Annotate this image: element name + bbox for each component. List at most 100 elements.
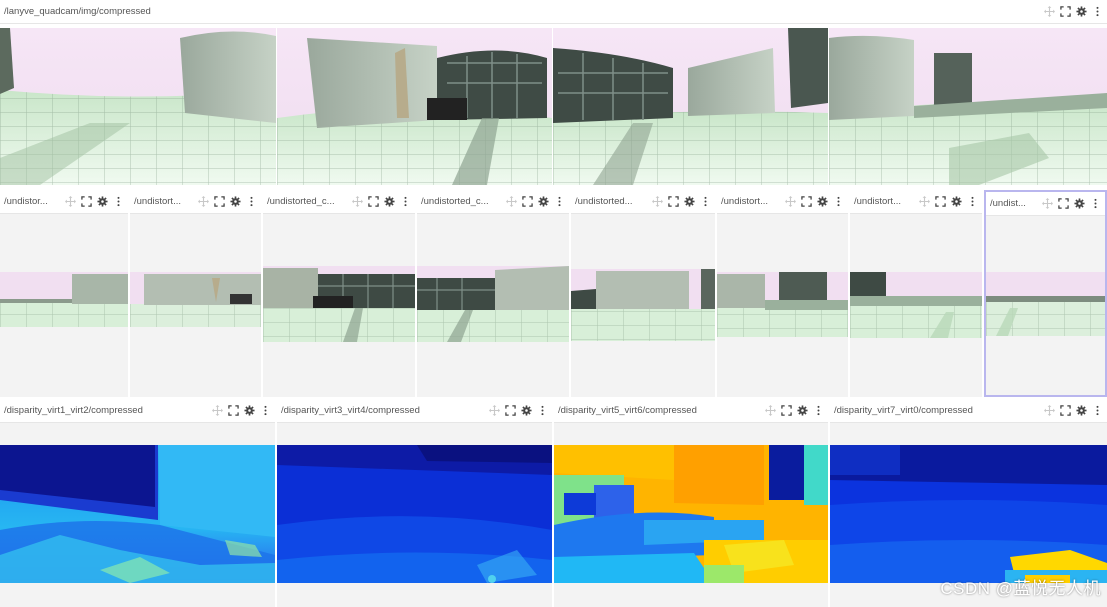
move-icon[interactable] bbox=[919, 196, 930, 207]
quadcam-image-strip bbox=[0, 28, 1107, 185]
move-icon[interactable] bbox=[1044, 6, 1055, 17]
move-icon[interactable] bbox=[489, 405, 500, 416]
move-icon[interactable] bbox=[1042, 198, 1053, 209]
csdn-watermark: CSDN @蓝悦无人机 bbox=[940, 579, 1101, 598]
panel-toolbar: /undistorted_c... bbox=[263, 190, 415, 214]
undistorted-panel: /undistort... bbox=[130, 190, 261, 397]
fullscreen-icon[interactable] bbox=[935, 196, 946, 207]
panel-toolbar: /disparity_virt1_virt2/compressed bbox=[0, 399, 275, 423]
panel-toolbar: /undistort... bbox=[850, 190, 982, 214]
undistorted-image bbox=[263, 266, 415, 342]
panel-toolbar: /undistort... bbox=[130, 190, 261, 214]
more-vertical-icon[interactable] bbox=[113, 196, 124, 207]
undistorted-panel: /undistort... bbox=[717, 190, 848, 397]
gear-icon[interactable] bbox=[684, 196, 695, 207]
panel-topic: /disparity_virt5_virt6/compressed bbox=[558, 405, 697, 416]
move-icon[interactable] bbox=[352, 196, 363, 207]
panel-toolbar: /undistorted... bbox=[571, 190, 715, 214]
undistorted-image bbox=[0, 272, 128, 327]
move-icon[interactable] bbox=[198, 196, 209, 207]
undistorted-panel: /undistorted... bbox=[571, 190, 715, 397]
panel-topic: /disparity_virt7_virt0/compressed bbox=[834, 405, 973, 416]
fullscreen-icon[interactable] bbox=[781, 405, 792, 416]
fullscreen-icon[interactable] bbox=[1058, 198, 1069, 209]
gear-icon[interactable] bbox=[244, 405, 255, 416]
panel-topic: /undistort... bbox=[134, 196, 181, 207]
panel-toolbar: /disparity_virt7_virt0/compressed bbox=[830, 399, 1107, 423]
move-icon[interactable] bbox=[652, 196, 663, 207]
disparity-panel: /disparity_virt7_virt0/compressed CSDN @… bbox=[830, 399, 1107, 607]
undistorted-panel: /undistorted_c... bbox=[417, 190, 569, 397]
move-icon[interactable] bbox=[212, 405, 223, 416]
more-vertical-icon[interactable] bbox=[260, 405, 271, 416]
panel-topic: /undistorted... bbox=[575, 196, 633, 207]
undistorted-image bbox=[130, 272, 261, 327]
panel-toolbar: /undist... bbox=[986, 192, 1105, 216]
undistorted-image bbox=[571, 269, 715, 341]
gear-icon[interactable] bbox=[817, 196, 828, 207]
gear-icon[interactable] bbox=[1076, 405, 1087, 416]
disparity-image bbox=[277, 445, 552, 583]
panel-topic: /undistort... bbox=[721, 196, 768, 207]
gear-icon[interactable] bbox=[230, 196, 241, 207]
fullscreen-icon[interactable] bbox=[214, 196, 225, 207]
fullscreen-icon[interactable] bbox=[368, 196, 379, 207]
panel-toolbar: /lanyve_quadcam/img/compressed bbox=[0, 0, 1107, 24]
gear-icon[interactable] bbox=[384, 196, 395, 207]
gear-icon[interactable] bbox=[97, 196, 108, 207]
panel-topic: /undist... bbox=[990, 198, 1026, 209]
fullscreen-icon[interactable] bbox=[801, 196, 812, 207]
more-vertical-icon[interactable] bbox=[967, 196, 978, 207]
fullscreen-icon[interactable] bbox=[81, 196, 92, 207]
panel-topic: /undistort... bbox=[854, 196, 901, 207]
move-icon[interactable] bbox=[765, 405, 776, 416]
undistorted-panel[interactable]: /undist... bbox=[984, 190, 1107, 397]
panel-toolbar: /undistorted_c... bbox=[417, 190, 569, 214]
gear-icon[interactable] bbox=[1074, 198, 1085, 209]
gear-icon[interactable] bbox=[521, 405, 532, 416]
more-vertical-icon[interactable] bbox=[400, 196, 411, 207]
undistorted-panel: /undistort... bbox=[850, 190, 982, 397]
panel-topic: /lanyve_quadcam/img/compressed bbox=[4, 6, 151, 17]
undistorted-image bbox=[417, 266, 569, 342]
move-icon[interactable] bbox=[1044, 405, 1055, 416]
panel-toolbar: /undistor... bbox=[0, 190, 128, 214]
move-icon[interactable] bbox=[65, 196, 76, 207]
panel-toolbar: /undistort... bbox=[717, 190, 848, 214]
panel-topic: /undistorted_c... bbox=[421, 196, 489, 207]
panel-topic: /disparity_virt1_virt2/compressed bbox=[4, 405, 143, 416]
undistorted-panel: /undistorted_c... bbox=[263, 190, 415, 397]
disparity-panel: /disparity_virt3_virt4/compressed bbox=[277, 399, 552, 607]
disparity-image bbox=[0, 445, 275, 583]
more-vertical-icon[interactable] bbox=[537, 405, 548, 416]
more-vertical-icon[interactable] bbox=[833, 196, 844, 207]
gear-icon[interactable] bbox=[951, 196, 962, 207]
fullscreen-icon[interactable] bbox=[505, 405, 516, 416]
disparity-image bbox=[830, 445, 1107, 583]
undistorted-image bbox=[986, 272, 1105, 336]
move-icon[interactable] bbox=[785, 196, 796, 207]
quadcam-panel: /lanyve_quadcam/img/compressed bbox=[0, 0, 1107, 186]
fullscreen-icon[interactable] bbox=[1060, 405, 1071, 416]
disparity-image bbox=[554, 445, 828, 583]
fullscreen-icon[interactable] bbox=[668, 196, 679, 207]
undistorted-image bbox=[850, 272, 982, 338]
more-vertical-icon[interactable] bbox=[554, 196, 565, 207]
gear-icon[interactable] bbox=[538, 196, 549, 207]
disparity-panel: /disparity_virt5_virt6/compressed bbox=[554, 399, 828, 607]
disparity-panel: /disparity_virt1_virt2/compressed bbox=[0, 399, 275, 607]
move-icon[interactable] bbox=[506, 196, 517, 207]
undistorted-image bbox=[717, 272, 848, 337]
more-vertical-icon[interactable] bbox=[1092, 405, 1103, 416]
gear-icon[interactable] bbox=[1076, 6, 1087, 17]
fullscreen-icon[interactable] bbox=[522, 196, 533, 207]
more-vertical-icon[interactable] bbox=[1092, 6, 1103, 17]
fullscreen-icon[interactable] bbox=[1060, 6, 1071, 17]
more-vertical-icon[interactable] bbox=[813, 405, 824, 416]
more-vertical-icon[interactable] bbox=[246, 196, 257, 207]
panel-topic: /undistorted_c... bbox=[267, 196, 335, 207]
fullscreen-icon[interactable] bbox=[228, 405, 239, 416]
more-vertical-icon[interactable] bbox=[1090, 198, 1101, 209]
gear-icon[interactable] bbox=[797, 405, 808, 416]
more-vertical-icon[interactable] bbox=[700, 196, 711, 207]
